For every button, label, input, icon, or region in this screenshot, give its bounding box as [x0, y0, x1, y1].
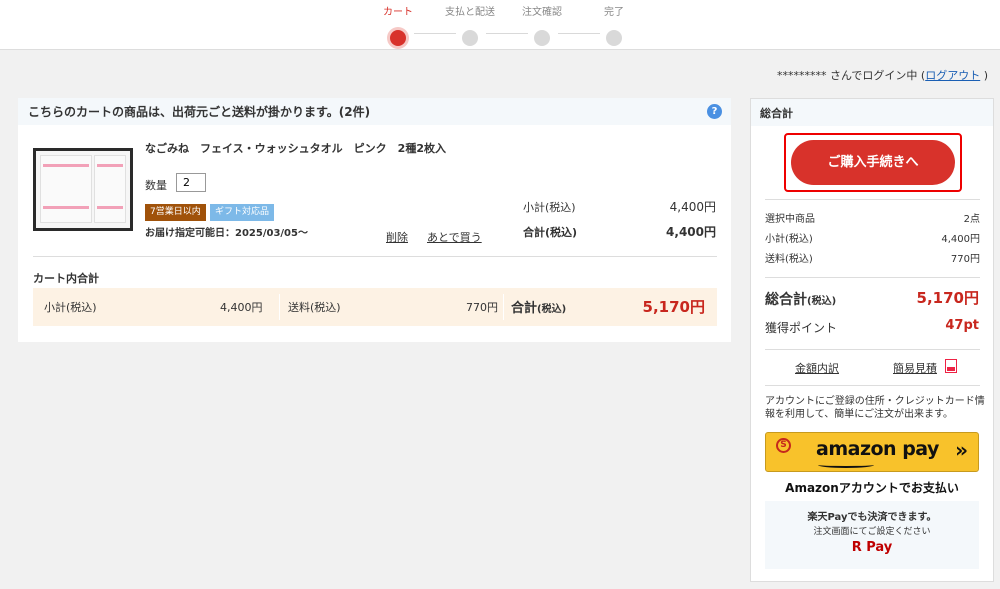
step-dot	[390, 30, 406, 46]
rakuten-pay-line2: 注文画面にてご設定ください	[813, 527, 931, 537]
points-value: 47pt	[945, 318, 979, 333]
amazon-pay-caption: Amazonアカウントでお支払い	[785, 481, 959, 495]
step-payment-shipping: 支払と配送	[430, 6, 510, 46]
login-status: ********* さんでログイン中 (ログアウト )	[777, 67, 988, 83]
product-name[interactable]: なごみね フェイス・ウォッシュタオル ピンク 2種2枚入	[145, 140, 446, 156]
amazon-pay-logo: amazon pay	[816, 438, 939, 460]
divider	[765, 199, 980, 200]
double-chevron-right-icon: »	[955, 438, 968, 462]
login-user-text: ********* さんでログイン中 (	[776, 69, 926, 82]
rakuten-pay-line1: 楽天Payでも決済できます。	[807, 512, 937, 523]
divider	[765, 349, 980, 350]
price-breakdown-link[interactable]: 金額内訳	[795, 360, 839, 376]
gift-badge: ギフト対応品	[210, 204, 275, 221]
quantity-input[interactable]	[176, 173, 206, 192]
cart-header: こちらのカートの商品は、出荷元ごと送料が掛かります。(2件) ?	[18, 98, 731, 125]
cart-grand-value: 5,170円	[642, 298, 705, 316]
order-summary-panel: 総合計 ご購入手続きへ 選択中商品 2点 小計(税込) 4,400円 送料(税込) 7…	[750, 98, 994, 582]
cart-subtotal-label: 小計(税込)	[44, 301, 97, 314]
grand-total-value: 5,170円	[916, 289, 979, 307]
points-label: 獲得ポイント	[765, 321, 838, 335]
step-label: カート	[383, 7, 413, 18]
quick-quote-link[interactable]: 簡易見積	[893, 360, 937, 376]
step-complete: 完了	[574, 6, 654, 46]
cart-total-title: カート内合計	[33, 272, 99, 285]
cart-grand-label: 合計(税込)	[511, 301, 567, 316]
cart-panel: こちらのカートの商品は、出荷元ごと送料が掛かります。(2件) ? なごみね フェ…	[18, 98, 731, 342]
item-subtotal-label: 小計(税込)	[523, 201, 576, 214]
pdf-icon[interactable]	[945, 359, 957, 373]
save-for-later-link[interactable]: あとで買う	[427, 229, 482, 245]
login-close-paren: )	[980, 69, 988, 82]
towel-large	[40, 155, 92, 223]
delivery-date: お届け指定可能日：2025/03/05〜	[145, 228, 308, 239]
step-label: 支払と配送	[445, 7, 495, 18]
rakuten-pay-box: 楽天Payでも決済できます。 注文画面にてご設定ください R Pay	[765, 501, 979, 569]
quantity-label: 数量	[145, 179, 167, 192]
item-total-label: 合計(税込)	[523, 226, 578, 239]
logout-link[interactable]: ログアウト	[925, 69, 980, 82]
amazon-pay-button[interactable]: S amazon pay »	[765, 432, 979, 472]
separator	[279, 294, 280, 320]
step-confirm: 注文確認	[502, 6, 582, 46]
shipping-badge: 7営業日以内	[145, 204, 206, 221]
step-label: 注文確認	[522, 7, 562, 18]
separator	[503, 294, 504, 320]
divider	[765, 385, 980, 386]
step-cart: カート	[358, 6, 438, 46]
product-image[interactable]	[33, 148, 133, 231]
account-note: アカウントにご登録の住所・クレジットカード情報を利用して、簡単にご注文が出来ます…	[765, 396, 985, 420]
grand-total-label: 総合計(税込)	[765, 292, 837, 308]
cart-header-text: こちらのカートの商品は、出荷元ごと送料が掛かります。(2件)	[28, 105, 371, 119]
item-total-value: 4,400円	[666, 225, 716, 239]
shipping-row: 送料(税込) 770円	[765, 254, 980, 265]
rakuten-pay-logo: R Pay	[851, 540, 893, 555]
cart-shipping-value: 770円	[466, 301, 498, 314]
amazon-smile-icon	[818, 462, 874, 468]
proceed-checkout-button[interactable]: ご購入手続きへ	[791, 140, 955, 185]
step-dot	[462, 30, 478, 46]
help-icon[interactable]: ?	[707, 104, 722, 119]
cart-shipping-label: 送料(税込)	[288, 301, 341, 314]
step-label: 完了	[604, 7, 624, 18]
item-subtotal-value: 4,400円	[669, 200, 716, 214]
checkout-stepper: カート 支払と配送 注文確認 完了	[0, 0, 1000, 50]
towel-small	[94, 155, 126, 223]
divider	[33, 256, 717, 257]
summary-title: 総合計	[751, 99, 993, 126]
amazon-coin-icon: S	[776, 438, 791, 453]
selected-items-row: 選択中商品 2点	[765, 214, 980, 225]
step-dot	[606, 30, 622, 46]
checkout-button-frame: ご購入手続きへ	[784, 133, 962, 192]
cart-subtotal-value: 4,400円	[220, 301, 263, 314]
step-dot	[534, 30, 550, 46]
subtotal-row: 小計(税込) 4,400円	[765, 234, 980, 245]
cart-total-bar: 小計(税込) 4,400円 送料(税込) 770円 合計(税込) 5,170円	[33, 288, 717, 326]
delete-link[interactable]: 削除	[386, 229, 408, 245]
divider	[765, 277, 980, 278]
